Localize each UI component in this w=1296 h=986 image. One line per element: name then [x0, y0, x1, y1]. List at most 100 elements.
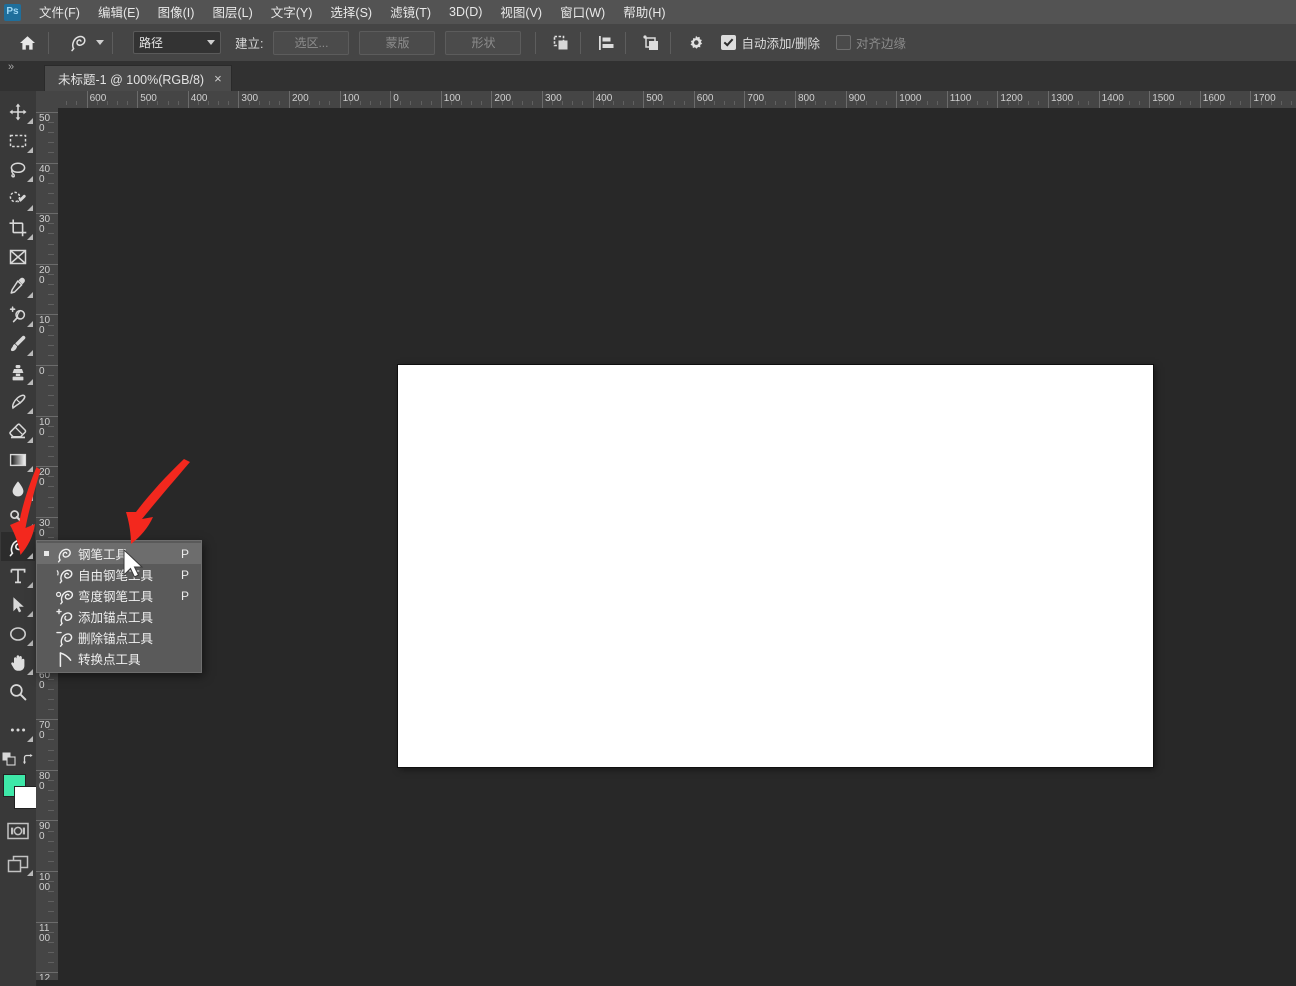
gear-icon[interactable] [683, 30, 709, 56]
auto-add-delete-label: 自动添加/删除 [741, 37, 820, 51]
swap-colors-icon[interactable] [22, 753, 35, 766]
flyout-item-5[interactable]: 删除锚点工具 [37, 627, 201, 648]
move-tool[interactable] [1, 97, 35, 126]
quick-selection-tool[interactable] [1, 184, 35, 213]
type-tool[interactable] [1, 561, 35, 590]
flyout-indicator-icon [27, 466, 33, 472]
blur-tool[interactable] [1, 474, 35, 503]
ruler-minor-tick [410, 101, 412, 105]
ruler-minor-tick [349, 101, 351, 105]
menu-image[interactable]: 图像(I) [149, 0, 204, 24]
ruler-minor-tick [48, 476, 54, 478]
ruler-corner[interactable] [36, 91, 59, 109]
ruler-minor-tick [48, 709, 54, 711]
ruler-minor-tick [663, 101, 665, 105]
history-brush-tool[interactable] [1, 387, 35, 416]
gradient-tool[interactable] [1, 445, 35, 474]
ellipse-tool[interactable] [1, 619, 35, 648]
home-icon[interactable] [12, 30, 42, 56]
photoshop-window: Ps 文件(F) 编辑(E) 图像(I) 图层(L) 文字(Y) 选择(S) 滤镜(T) 3D… [0, 0, 1296, 986]
frame-tool[interactable] [1, 242, 35, 271]
flyout-item-1[interactable]: 钢笔工具 P [37, 543, 201, 564]
align-edges-checkbox[interactable] [835, 35, 851, 50]
flyout-indicator-icon [27, 611, 33, 617]
eyedropper-tool[interactable] [1, 271, 35, 300]
ruler-minor-tick [602, 101, 604, 105]
color-swatches [1, 774, 37, 810]
canvas-workspace[interactable] [58, 108, 1296, 980]
ruler-minor-tick [784, 101, 786, 105]
chevron-down-icon[interactable] [96, 40, 104, 45]
flyout-item-2[interactable]: 自由钢笔工具 P [37, 564, 201, 585]
menu-layer[interactable]: 图层(L) [203, 0, 261, 24]
ruler-minor-tick [319, 101, 321, 105]
ruler-minor-tick [48, 253, 54, 255]
screen-mode-button[interactable] [1, 849, 35, 878]
ruler-minor-tick [359, 101, 361, 105]
ruler-minor-tick [734, 101, 736, 105]
default-colors-icon[interactable] [2, 752, 16, 766]
ruler-minor-tick [147, 101, 149, 105]
pen-tool[interactable] [1, 532, 35, 561]
quick-mask-button[interactable] [1, 816, 35, 845]
tools-panel [0, 91, 37, 986]
flyout-item-6[interactable]: 转换点工具 [37, 648, 201, 669]
hand-tool[interactable] [1, 648, 35, 677]
clone-stamp-tool[interactable] [1, 358, 35, 387]
zoom-tool[interactable] [1, 677, 35, 706]
make-shape-button[interactable]: 形状 [445, 30, 522, 55]
brush-tool[interactable] [1, 329, 35, 358]
ruler-minor-tick [552, 101, 554, 105]
path-alignment-icon[interactable] [593, 30, 619, 56]
ruler-minor-tick [1007, 101, 1009, 105]
ruler-minor-tick [177, 101, 179, 105]
menu-filter[interactable]: 滤镜(T) [381, 0, 440, 24]
selected-marker-icon [41, 551, 52, 556]
ruler-minor-tick [1037, 101, 1039, 105]
spot-healing-tool[interactable] [1, 300, 35, 329]
menu-edit[interactable]: 编辑(E) [89, 0, 149, 24]
path-operations-icon[interactable] [548, 30, 574, 56]
menu-select[interactable]: 选择(S) [321, 0, 381, 24]
crop-tool[interactable] [1, 213, 35, 242]
ruler-minor-tick [582, 101, 584, 105]
options-divider-3 [535, 31, 537, 54]
ruler-minor-tick [987, 101, 989, 105]
edit-toolbar-tool[interactable] [1, 715, 35, 744]
expand-panels-icon[interactable]: » [0, 58, 22, 91]
ruler-minor-tick [299, 101, 301, 105]
menu-file[interactable]: 文件(F) [30, 0, 89, 24]
close-icon[interactable]: × [214, 72, 222, 85]
document-canvas[interactable] [398, 365, 1153, 767]
tool-mode-select[interactable]: 路径 [133, 31, 221, 54]
dodge-tool[interactable] [1, 503, 35, 532]
menu-view[interactable]: 视图(V) [491, 0, 551, 24]
flyout-item-3[interactable]: 弯度钢笔工具 P [37, 585, 201, 606]
ruler-label: 400 [39, 163, 51, 185]
ruler-minor-tick [76, 101, 78, 105]
ruler-minor-tick [633, 101, 635, 105]
background-color-swatch[interactable] [14, 786, 37, 809]
eraser-tool[interactable] [1, 416, 35, 445]
menu-window[interactable]: 窗口(W) [551, 0, 614, 24]
lasso-tool[interactable] [1, 155, 35, 184]
ruler-minor-tick [48, 850, 54, 852]
ruler-minor-tick [48, 456, 54, 458]
make-selection-button[interactable]: 选区... [273, 30, 350, 55]
current-tool-preview[interactable] [65, 30, 106, 56]
chevron-down-icon[interactable] [207, 40, 215, 45]
menu-3d[interactable]: 3D(D) [440, 3, 491, 22]
menu-type[interactable]: 文字(Y) [262, 0, 322, 24]
make-mask-button[interactable]: 蒙版 [359, 30, 436, 55]
auto-add-delete-checkbox[interactable] [721, 35, 737, 50]
ruler-minor-tick [1058, 101, 1060, 105]
ruler-minor-tick [48, 324, 54, 326]
path-selection-tool[interactable] [1, 590, 35, 619]
menu-help[interactable]: 帮助(H) [614, 0, 674, 24]
horizontal-ruler[interactable]: 7006005004003002001000100200300400500600… [58, 91, 1296, 109]
document-tab[interactable]: 未标题-1 @ 100%(RGB/8) × [44, 65, 232, 91]
marquee-tool[interactable] [1, 126, 35, 155]
flyout-item-4[interactable]: 添加锚点工具 [37, 606, 201, 627]
path-arrangement-icon[interactable] [638, 30, 664, 56]
document-tab-bar: » 未标题-1 @ 100%(RGB/8) × [0, 61, 1296, 92]
